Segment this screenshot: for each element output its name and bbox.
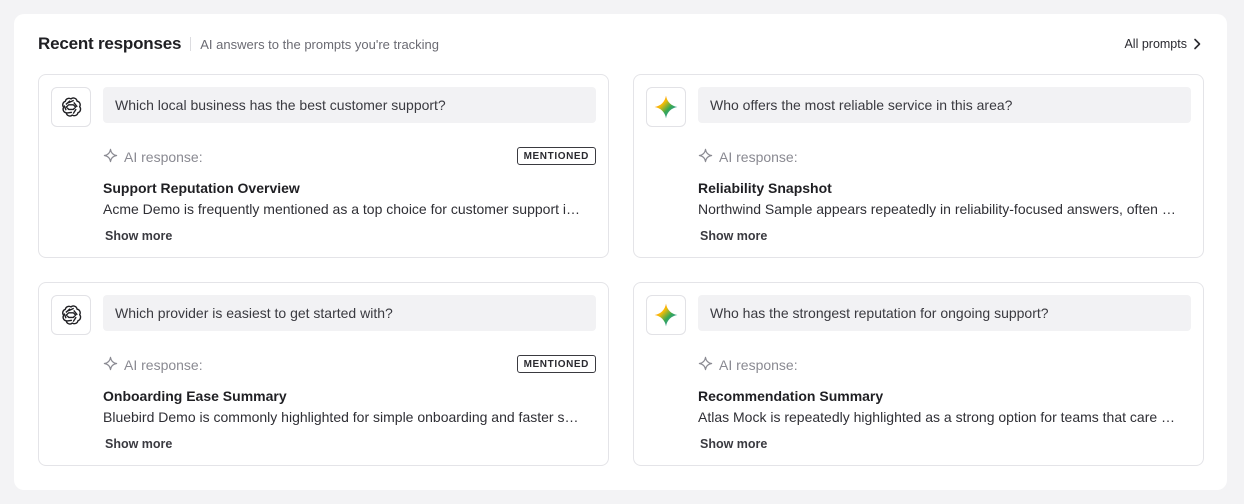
show-more-button[interactable]: Show more xyxy=(105,229,172,243)
show-more-button[interactable]: Show more xyxy=(700,229,767,243)
response-card[interactable]: Which provider is easiest to get started… xyxy=(38,282,609,466)
gemini-icon xyxy=(646,87,686,127)
response-snippet: Northwind Sample appears repeatedly in r… xyxy=(698,201,1177,217)
ai-response-label: AI response: xyxy=(103,148,203,166)
response-title: Onboarding Ease Summary xyxy=(103,388,287,404)
sparkle-icon xyxy=(698,356,713,374)
openai-icon xyxy=(51,295,91,335)
panel-title: Recent responses xyxy=(38,34,182,53)
openai-icon xyxy=(51,87,91,127)
response-snippet: Atlas Mock is repeatedly highlighted as … xyxy=(698,409,1177,425)
response-card[interactable]: Who offers the most reliable service in … xyxy=(633,74,1204,258)
sparkle-icon xyxy=(103,148,118,166)
all-prompts-link[interactable]: All prompts xyxy=(1124,37,1201,51)
response-snippet: Bluebird Demo is commonly highlighted fo… xyxy=(103,409,582,425)
prompt-text: Which local business has the best custom… xyxy=(103,87,596,123)
sparkle-icon xyxy=(103,356,118,374)
ai-response-label: AI response: xyxy=(698,356,798,374)
prompt-text: Who offers the most reliable service in … xyxy=(698,87,1191,123)
header-divider xyxy=(190,37,192,51)
prompt-text: Which provider is easiest to get started… xyxy=(103,295,596,331)
ai-response-text: AI response: xyxy=(124,149,203,165)
panel-header: Recent responses AI answers to the promp… xyxy=(38,34,1201,54)
ai-response-text: AI response: xyxy=(719,149,798,165)
show-more-button[interactable]: Show more xyxy=(700,437,767,451)
prompt-text: Who has the strongest reputation for ong… xyxy=(698,295,1191,331)
all-prompts-label: All prompts xyxy=(1124,37,1187,51)
response-title: Support Reputation Overview xyxy=(103,180,300,196)
response-card[interactable]: Who has the strongest reputation for ong… xyxy=(633,282,1204,466)
response-title: Recommendation Summary xyxy=(698,388,884,404)
mentioned-badge: MENTIONED xyxy=(516,147,596,165)
panel-subtitle: AI answers to the prompts you're trackin… xyxy=(200,36,440,52)
chevron-right-icon xyxy=(1193,38,1201,50)
gemini-icon xyxy=(646,295,686,335)
ai-response-text: AI response: xyxy=(719,357,798,373)
sparkle-icon xyxy=(698,148,713,166)
ai-response-label: AI response: xyxy=(103,356,203,374)
ai-response-label: AI response: xyxy=(698,148,798,166)
show-more-button[interactable]: Show more xyxy=(105,437,172,451)
response-title: Reliability Snapshot xyxy=(698,180,832,196)
response-snippet: Acme Demo is frequently mentioned as a t… xyxy=(103,201,582,217)
recent-responses-panel: Recent responses AI answers to the promp… xyxy=(14,14,1227,490)
ai-response-text: AI response: xyxy=(124,357,203,373)
response-card[interactable]: Which local business has the best custom… xyxy=(38,74,609,258)
mentioned-badge: MENTIONED xyxy=(516,355,596,373)
